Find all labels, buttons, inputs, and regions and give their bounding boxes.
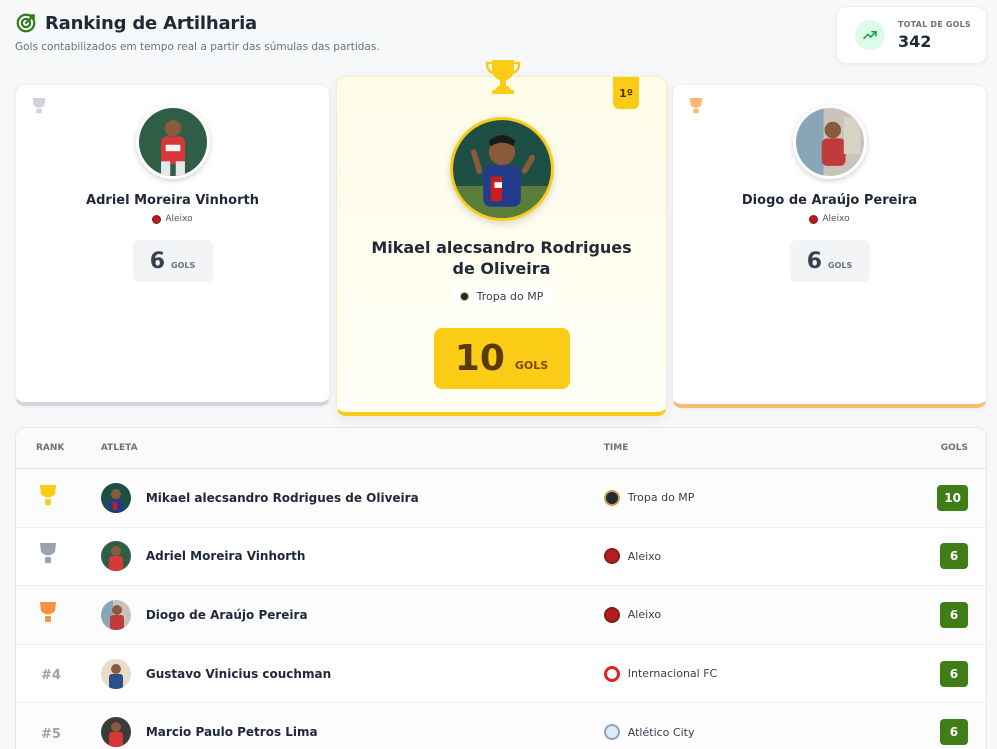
header-goals: GOLS — [940, 443, 968, 453]
header-rank: RANK — [36, 443, 65, 453]
bronze-medal-icon — [40, 601, 56, 622]
goals-badge: 6 — [939, 660, 968, 687]
avatar — [449, 117, 554, 221]
rank-badge: 1º — [613, 77, 639, 109]
table-body: Mikael alecsandro Rodrigues de Oliveira … — [16, 469, 986, 749]
aleixo-crest-icon — [603, 548, 620, 565]
athlete-name[interactable]: Adriel Moreira Vinhorth — [146, 549, 306, 563]
goals-box: 10 GOLS — [433, 328, 570, 389]
aleixo-crest-icon — [152, 214, 162, 224]
gold-medal-icon — [40, 484, 56, 505]
tropa-do-mp-crest-icon — [459, 292, 469, 301]
athlete-name[interactable]: Marcio Paulo Petros Lima — [146, 725, 318, 739]
page-title: Ranking de Artilharia — [45, 12, 257, 34]
total-goals-card: TOTAL DE GOLS 342 — [836, 6, 987, 64]
table-row[interactable]: Mikael alecsandro Rodrigues de Oliveira … — [16, 469, 986, 528]
goals-badge: 6 — [940, 601, 968, 628]
podium-team-name: Tropa do MP — [476, 290, 544, 303]
goals-label: GOLS — [514, 359, 549, 372]
silver-medal-icon — [40, 543, 56, 564]
podium-athlete-name: Mikael alecsandro Rodrigues de Oliveira — [371, 238, 632, 278]
podium-card-first[interactable]: 1º Mikael alecsandro Rodrigues de Olivei… — [336, 60, 667, 416]
podium-team: Aleixo — [152, 214, 193, 224]
avatar — [100, 717, 131, 748]
goals-badge: 10 — [937, 484, 968, 511]
goals-badge: 6 — [940, 543, 968, 570]
total-goals-label: TOTAL DE GOLS — [898, 19, 971, 29]
goals-count: 10 — [454, 338, 505, 379]
total-goals-value: 342 — [898, 31, 932, 51]
target-icon — [16, 13, 36, 33]
aleixo-crest-icon — [809, 214, 819, 224]
table-row[interactable]: #4 Gustavo Vinicius couchman Internacion… — [16, 645, 986, 704]
team-name: Aleixo — [627, 549, 662, 563]
header-team: TIME — [603, 443, 629, 453]
athlete-name[interactable]: Diogo de Araújo Pereira — [146, 608, 308, 622]
avatar — [100, 599, 131, 630]
podium-card-third[interactable]: Diogo de Araújo Pereira Aleixo 6 GOLS — [672, 84, 987, 408]
athlete-name[interactable]: Gustavo Vinicius couchman — [146, 667, 331, 681]
table-row[interactable]: Diogo de Araújo Pereira Aleixo 6 — [16, 586, 986, 645]
podium-team-name: Aleixo — [822, 214, 850, 224]
rank-number: #5 — [41, 726, 61, 742]
header-athlete: ATLETA — [100, 443, 138, 453]
silver-medal-icon — [32, 98, 46, 114]
goals-label: GOLS — [171, 260, 196, 270]
podium-team-name: Aleixo — [165, 214, 193, 224]
goals-label: GOLS — [828, 260, 853, 270]
team-name: Aleixo — [627, 608, 662, 622]
page-subtitle: Gols contabilizados em tempo real a part… — [15, 41, 380, 53]
aleixo-crest-icon — [603, 606, 620, 623]
avatar — [100, 658, 131, 689]
podium-team: Tropa do MP — [449, 287, 554, 306]
rank-number: #4 — [41, 668, 61, 684]
trending-up-icon — [863, 30, 877, 40]
podium-card-second[interactable]: Adriel Moreira Vinhorth Aleixo 6 GOLS — [15, 84, 330, 406]
ranking-table: RANK ATLETA TIME GOLS Mikael alecsandro … — [15, 427, 987, 749]
athlete-name[interactable]: Mikael alecsandro Rodrigues de Oliveira — [146, 491, 419, 505]
team-name: Internacional FC — [627, 667, 718, 681]
internacional-fc-crest-icon — [603, 665, 620, 682]
atletico-city-crest-icon — [603, 724, 620, 741]
avatar — [100, 541, 131, 572]
podium-team: Aleixo — [809, 214, 850, 224]
avatar — [100, 482, 131, 513]
goals-count: 6 — [806, 248, 823, 274]
goals-box: 6 GOLS — [132, 240, 213, 282]
podium-athlete-name: Diogo de Araújo Pereira — [741, 193, 918, 208]
tropa-do-mp-crest-icon — [603, 489, 620, 506]
table-row[interactable]: Adriel Moreira Vinhorth Aleixo 6 — [16, 528, 986, 587]
goals-badge: 6 — [939, 719, 968, 746]
table-header: RANK ATLETA TIME GOLS — [16, 428, 986, 469]
avatar — [792, 105, 867, 179]
podium-athlete-name: Adriel Moreira Vinhorth — [86, 193, 259, 208]
bronze-medal-icon — [689, 98, 703, 114]
avatar — [135, 105, 210, 179]
goals-count: 6 — [149, 248, 166, 274]
trend-badge — [855, 20, 885, 50]
trophy-icon — [485, 60, 521, 94]
team-name: Atlético City — [627, 725, 695, 739]
team-name: Tropa do MP — [627, 491, 695, 505]
table-row[interactable]: #5 Marcio Paulo Petros Lima Atlético Cit… — [16, 703, 986, 749]
goals-box: 6 GOLS — [789, 240, 870, 282]
page-header: Ranking de Artilharia Gols contabilizado… — [15, 12, 380, 54]
